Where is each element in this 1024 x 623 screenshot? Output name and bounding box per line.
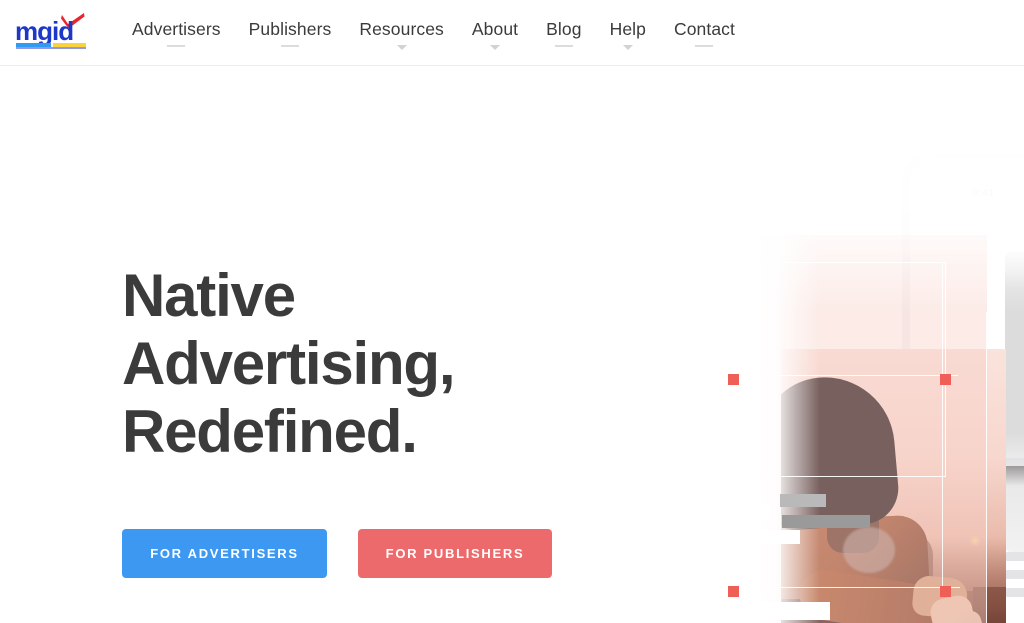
nav-dash-icon [554, 45, 573, 47]
selection-handle-top-right[interactable] [940, 374, 951, 385]
nav-item-about[interactable]: About [458, 0, 532, 50]
nav-dash-icon [167, 45, 186, 47]
nav-label: Help [609, 19, 646, 39]
background-card-placeholder-lines [1006, 552, 1024, 622]
decorative-streak [620, 530, 800, 544]
hero-section: Native Advertising, Redefined. FOR ADVER… [0, 66, 1024, 623]
decorative-streak [620, 602, 830, 620]
for-publishers-button[interactable]: FOR PUBLISHERS [358, 529, 552, 578]
decorative-streak [620, 504, 770, 520]
nav-dash-icon [695, 45, 714, 47]
for-advertisers-button[interactable]: FOR ADVERTISERS [122, 529, 327, 578]
nav-item-publishers[interactable]: Publishers [235, 0, 346, 47]
page-title: Native Advertising, Redefined. [122, 262, 456, 465]
placeholder-bar [780, 494, 826, 507]
logo-bar-blue [16, 43, 51, 47]
nav-label: Advertisers [132, 19, 221, 39]
page-root: mgid Advertisers Publishers Resources Ab… [0, 0, 1024, 623]
logo-bar-yellow [53, 43, 86, 47]
hero-artwork: 9:41 [620, 132, 1024, 623]
nav-item-resources[interactable]: Resources [345, 0, 458, 50]
main-navigation: Advertisers Publishers Resources About B… [118, 0, 749, 66]
logo-wordmark: mgid [15, 16, 73, 46]
nav-dash-icon [281, 45, 299, 47]
nav-label: Publishers [248, 19, 332, 39]
nav-item-advertisers[interactable]: Advertisers [118, 0, 235, 47]
site-header: mgid Advertisers Publishers Resources Ab… [0, 0, 1024, 66]
chevron-down-icon [490, 45, 501, 50]
mgid-logo[interactable]: mgid [14, 12, 90, 52]
selection-handle-top-left[interactable] [728, 374, 739, 385]
chevron-down-icon [396, 45, 407, 50]
logo-baseline [16, 47, 86, 49]
hero-cta-group: FOR ADVERTISERS FOR PUBLISHERS [122, 529, 552, 578]
guide-line-horizontal [680, 587, 960, 588]
nav-item-contact[interactable]: Contact [660, 0, 749, 47]
nav-item-blog[interactable]: Blog [532, 0, 595, 47]
nav-label: Resources [359, 19, 444, 39]
selection-handle-bottom-left[interactable] [728, 586, 739, 597]
nav-item-help[interactable]: Help [596, 0, 660, 50]
guide-line-vertical [986, 312, 987, 623]
nav-label: Blog [546, 19, 582, 39]
selection-frame[interactable] [730, 262, 946, 477]
chevron-down-icon [622, 45, 633, 50]
nav-label: About [471, 19, 519, 39]
selection-handle-bottom-right[interactable] [940, 586, 951, 597]
nav-label: Contact [673, 19, 735, 39]
placeholder-bar [782, 515, 870, 528]
